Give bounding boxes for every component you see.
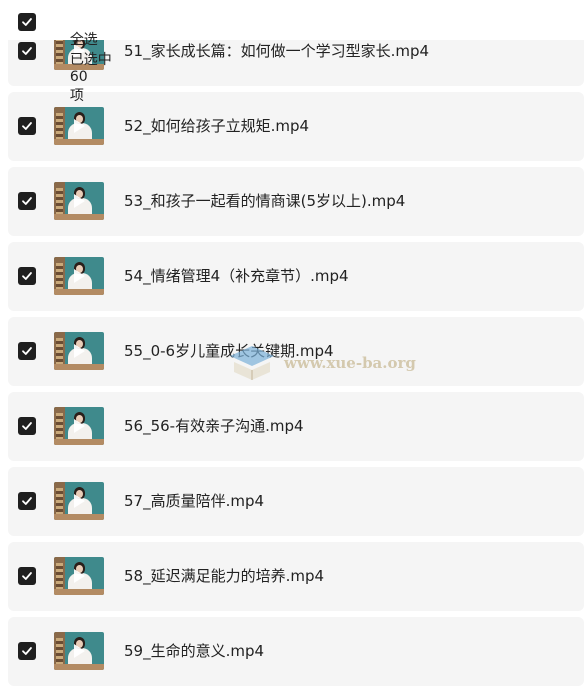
video-thumbnail[interactable] xyxy=(54,482,104,520)
selected-count: 60 xyxy=(69,69,88,85)
thumbnail-desk xyxy=(54,139,104,145)
play-icon xyxy=(74,344,85,358)
video-thumbnail[interactable] xyxy=(54,257,104,295)
checkmark-icon xyxy=(22,122,32,130)
file-checkbox[interactable] xyxy=(18,42,36,60)
file-checkbox[interactable] xyxy=(18,192,36,210)
checkmark-icon xyxy=(22,272,32,280)
thumbnail-desk xyxy=(54,589,104,595)
file-name[interactable]: 59_生命的意义.mp4 xyxy=(124,640,264,661)
play-icon xyxy=(74,269,85,283)
video-thumbnail[interactable] xyxy=(54,557,104,595)
file-row[interactable]: 56_56-有效亲子沟通.mp4 xyxy=(8,392,584,461)
play-icon xyxy=(74,119,85,133)
checkmark-icon xyxy=(22,572,32,580)
file-row[interactable]: 57_高质量陪伴.mp4 xyxy=(8,467,584,536)
checkmark-icon xyxy=(22,647,32,655)
file-name[interactable]: 55_0-6岁儿童成长关键期.mp4 xyxy=(124,340,334,361)
play-icon xyxy=(74,419,85,433)
checkmark-icon xyxy=(22,347,32,355)
selected-prefix: 已选中 xyxy=(69,52,112,68)
video-thumbnail[interactable] xyxy=(54,332,104,370)
play-icon xyxy=(74,569,85,583)
file-row[interactable]: 55_0-6岁儿童成长关键期.mp4 xyxy=(8,317,584,386)
file-name[interactable]: 58_延迟满足能力的培养.mp4 xyxy=(124,565,324,586)
thumbnail-books xyxy=(56,413,63,439)
file-row[interactable]: 53_和孩子一起看的情商课(5岁以上).mp4 xyxy=(8,167,584,236)
thumbnail-desk xyxy=(54,214,104,220)
play-icon xyxy=(74,194,85,208)
file-checkbox[interactable] xyxy=(18,342,36,360)
thumbnail-desk xyxy=(54,514,104,520)
file-name[interactable]: 51_家长成长篇：如何做一个学习型家长.mp4 xyxy=(124,40,429,61)
file-row[interactable]: 58_延迟满足能力的培养.mp4 xyxy=(8,542,584,611)
file-checkbox[interactable] xyxy=(18,417,36,435)
checkmark-icon xyxy=(22,47,32,55)
play-icon xyxy=(74,644,85,658)
selected-suffix: 项 xyxy=(69,88,84,104)
select-all-checkbox[interactable] xyxy=(18,13,36,31)
file-name[interactable]: 52_如何给孩子立规矩.mp4 xyxy=(124,115,309,136)
thumbnail-desk xyxy=(54,664,104,670)
file-name[interactable]: 53_和孩子一起看的情商课(5岁以上).mp4 xyxy=(124,190,405,211)
file-name[interactable]: 54_情绪管理4（补充章节）.mp4 xyxy=(124,265,349,286)
file-checkbox[interactable] xyxy=(18,267,36,285)
file-row[interactable]: 59_生命的意义.mp4 xyxy=(8,617,584,686)
video-thumbnail[interactable] xyxy=(54,407,104,445)
select-all-label[interactable]: 全选 xyxy=(70,32,98,48)
thumbnail-desk xyxy=(54,289,104,295)
video-thumbnail[interactable] xyxy=(54,182,104,220)
selection-status: 全选 已选中 60 项 xyxy=(52,13,122,121)
file-name[interactable]: 56_56-有效亲子沟通.mp4 xyxy=(124,415,304,436)
thumbnail-desk xyxy=(54,439,104,445)
checkmark-icon xyxy=(22,422,32,430)
video-thumbnail[interactable] xyxy=(54,632,104,670)
file-checkbox[interactable] xyxy=(18,492,36,510)
file-checkbox[interactable] xyxy=(18,567,36,585)
file-name[interactable]: 57_高质量陪伴.mp4 xyxy=(124,490,264,511)
checkmark-icon xyxy=(22,18,32,26)
file-checkbox[interactable] xyxy=(18,117,36,135)
checkmark-icon xyxy=(22,197,32,205)
thumbnail-books xyxy=(56,338,63,364)
file-row[interactable]: 54_情绪管理4（补充章节）.mp4 xyxy=(8,242,584,311)
thumbnail-books xyxy=(56,563,63,589)
checkmark-icon xyxy=(22,497,32,505)
play-icon xyxy=(74,494,85,508)
thumbnail-books xyxy=(56,488,63,514)
thumbnail-desk xyxy=(54,364,104,370)
selection-header: 全选 已选中 60 项 xyxy=(0,0,584,104)
thumbnail-books xyxy=(56,263,63,289)
file-checkbox[interactable] xyxy=(18,642,36,660)
thumbnail-books xyxy=(56,188,63,214)
thumbnail-books xyxy=(56,638,63,664)
